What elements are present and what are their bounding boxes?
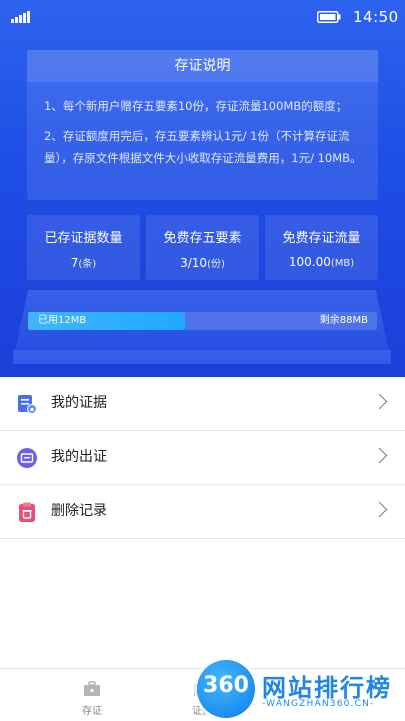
certificate-icon: [17, 448, 37, 468]
menu-item-label: 删除记录: [51, 503, 107, 519]
stat-value: 100.00(MB): [288, 255, 355, 269]
menu-item-delete-records[interactable]: 删除记录: [0, 485, 405, 539]
stat-card-evidence-count: 已存证据数量 7(条): [27, 215, 140, 280]
notice-title: 存证说明: [27, 50, 378, 82]
menu-item-label: 我的证据: [51, 395, 107, 411]
menu-item-label: 我的出证: [51, 449, 107, 465]
platform-base-decoration: [13, 350, 391, 364]
menu-item-my-evidence[interactable]: 我的证据: [0, 377, 405, 431]
menu-item-my-certificates[interactable]: 我的出证: [0, 431, 405, 485]
storage-used-label: 已用12MB: [38, 315, 87, 326]
stat-card-free-traffic: 免费存证流量 100.00(MB): [265, 215, 378, 280]
chevron-right-icon: [371, 447, 388, 464]
watermark-logo: 360: [197, 660, 255, 718]
chevron-right-icon: [371, 501, 388, 518]
signal-icon: [11, 11, 30, 23]
watermark-logo-text: 360: [203, 673, 249, 698]
notice-paragraph-1: 1、每个新用户赠存五要素10份，存证流量100MB的额度；: [44, 99, 348, 113]
stat-value: 7(条): [70, 256, 97, 270]
briefcase-icon: [84, 681, 100, 696]
watermark-title: 网站排行榜: [262, 674, 392, 702]
stat-label: 免费存五要素: [163, 231, 242, 246]
storage-remaining-label: 剩余88MB: [319, 315, 368, 326]
battery-icon: [317, 11, 341, 23]
stat-card-free-elements: 免费存五要素 3/10(份): [146, 215, 259, 280]
hero-panel: 14:50 存证说明 1、每个新用户赠存五要素10份，存证流量100MB的额度；…: [0, 0, 405, 377]
stat-value: 3/10(份): [180, 256, 225, 270]
tab-label: 存证: [82, 706, 102, 717]
notice-paragraph-2: 2、存证额度用完后，存五要素辨认1元/ 1份（不计算存证流量），存原文件根据文件…: [44, 129, 362, 165]
delete-record-icon: [19, 502, 35, 522]
evidence-icon: [18, 395, 37, 414]
deposit-notice: 存证说明 1、每个新用户赠存五要素10份，存证流量100MB的额度； 2、存证额…: [27, 50, 378, 200]
storage-progress-bar: 已用12MB 剩余88MB: [28, 312, 377, 330]
status-time: 14:50: [353, 8, 399, 26]
menu-list: 我的证据 我的出证 删除记录: [0, 377, 405, 539]
stat-label: 已存证据数量: [44, 231, 123, 246]
tab-deposit[interactable]: 存证: [52, 669, 132, 721]
stat-label: 免费存证流量: [282, 231, 361, 246]
status-bar: 14:50: [0, 0, 405, 34]
chevron-right-icon: [371, 393, 388, 410]
watermark-subtitle: -WANGZHAN360.CN-: [262, 699, 375, 709]
